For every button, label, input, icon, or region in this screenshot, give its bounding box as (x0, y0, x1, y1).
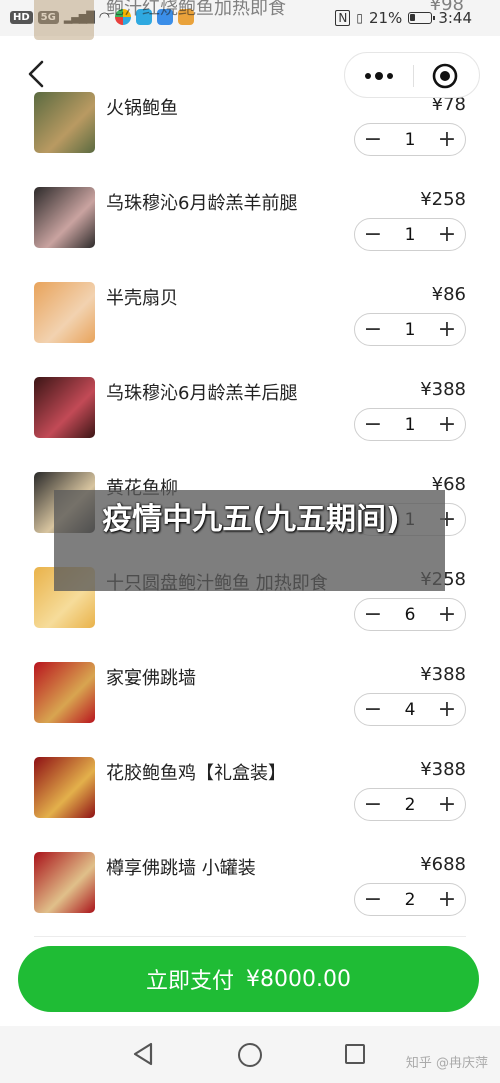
quantity-value[interactable]: 1 (391, 320, 429, 340)
status-bar-left: HD 5G ▂▄▆█ ◠ (10, 9, 195, 25)
quantity-value[interactable]: 2 (391, 890, 429, 910)
status-bar-right: N ▯ 21% 3:44 (335, 9, 472, 27)
increase-quantity-button[interactable]: + (429, 124, 465, 155)
close-miniprogram-button[interactable] (411, 53, 479, 99)
pay-now-label: 立即支付 (146, 969, 235, 994)
network-5g-badge: 5G (37, 10, 59, 24)
product-name: 家宴佛跳墙 (106, 668, 196, 689)
product-thumbnail[interactable] (34, 282, 95, 343)
caption-text: 疫情中九五(九五期间) (102, 502, 400, 537)
decrease-quantity-button[interactable]: − (355, 884, 391, 915)
sim-icon: ▯ (356, 11, 363, 25)
nfc-icon: N (335, 10, 351, 26)
chevron-left-icon (28, 60, 44, 88)
more-button[interactable] (345, 53, 413, 99)
quantity-stepper: −2 + (354, 788, 466, 821)
list-item[interactable]: 花胶鲍鱼鸡【礼盒装】 ¥388 −2 + (0, 757, 500, 856)
decrease-quantity-button[interactable]: − (355, 789, 391, 820)
quantity-stepper: −1+ (354, 408, 466, 441)
product-thumbnail[interactable] (34, 852, 95, 913)
pay-now-button[interactable]: 立即支付 ¥8000.00 (18, 946, 479, 1012)
list-item[interactable]: 家宴佛跳墙 ¥388 −4 + (0, 662, 500, 761)
list-item[interactable]: 半壳扇贝 ¥86 −1 + (0, 282, 500, 381)
list-item[interactable]: 乌珠穆沁6月龄羔羊前腿 ¥258 −1 + (0, 187, 500, 286)
decrease-quantity-button[interactable]: − (355, 599, 391, 630)
system-back-icon[interactable] (132, 1042, 154, 1066)
decrease-quantity-button[interactable]: − (355, 694, 391, 725)
miniprogram-capsule (344, 52, 480, 98)
product-name: 樽享佛跳墙 小罐装 (106, 858, 256, 879)
list-item[interactable]: 火锅鲍鱼 ¥78−1 + (0, 92, 500, 191)
app-notification-icon (115, 9, 132, 25)
decrease-quantity-button[interactable]: − (355, 124, 391, 155)
quantity-value[interactable]: 1 (391, 130, 429, 150)
increase-quantity-button[interactable]: + (429, 694, 465, 725)
product-name: 乌珠穆沁6月龄羔羊前腿 (106, 193, 298, 214)
record-target-icon (432, 63, 458, 89)
battery-percent: 21% (368, 9, 403, 27)
system-nav-bar: 知乎 @冉庆萍 (0, 1026, 500, 1083)
quantity-stepper: −1+ (354, 123, 466, 156)
product-thumbnail[interactable] (34, 377, 95, 438)
system-recents-icon[interactable] (345, 1044, 365, 1064)
increase-quantity-button[interactable]: + (429, 789, 465, 820)
pay-bar: 立即支付 ¥8000.00 (0, 938, 500, 1020)
quantity-value[interactable]: 4 (391, 700, 429, 720)
increase-quantity-button[interactable]: + (429, 314, 465, 345)
status-bar: HD 5G ▂▄▆█ ◠ N ▯ 21% 3:44 (0, 0, 500, 36)
product-price: ¥388 (420, 759, 466, 780)
product-thumbnail[interactable] (34, 757, 95, 818)
product-price: ¥688 (420, 854, 466, 875)
increase-quantity-button[interactable]: + (429, 884, 465, 915)
product-thumbnail[interactable] (34, 662, 95, 723)
hd-badge: HD (10, 10, 33, 24)
clock: 3:44 (438, 9, 472, 27)
app-notification-icon (136, 9, 153, 25)
more-dots-icon (365, 72, 393, 80)
wifi-icon: ◠ (98, 9, 111, 25)
system-home-icon[interactable] (238, 1043, 262, 1067)
quantity-stepper: −1+ (354, 218, 466, 251)
quantity-stepper: −4 + (354, 693, 466, 726)
app-notification-icon (178, 9, 195, 25)
decrease-quantity-button[interactable]: − (355, 314, 391, 345)
decrease-quantity-button[interactable]: − (355, 219, 391, 250)
quantity-value[interactable]: 6 (391, 605, 429, 625)
list-item[interactable]: 乌珠穆沁6月龄羔羊后腿 ¥388 −1 + (0, 377, 500, 476)
pay-amount: ¥8000.00 (246, 966, 351, 992)
increase-quantity-button[interactable]: + (429, 599, 465, 630)
increase-quantity-button[interactable]: + (429, 409, 465, 440)
product-name: 花胶鲍鱼鸡【礼盒装】 (106, 763, 286, 784)
product-price: ¥388 (420, 379, 466, 400)
quantity-value[interactable]: 2 (391, 795, 429, 815)
quantity-stepper: −1+ (354, 313, 466, 346)
watermark: 知乎 @冉庆萍 (405, 1056, 488, 1071)
app-notification-icon (157, 9, 174, 25)
product-name: 半壳扇贝 (106, 288, 178, 309)
battery-icon (408, 12, 436, 24)
quantity-stepper: −2 + (354, 883, 466, 916)
product-price: ¥258 (420, 189, 466, 210)
signal-icon: ▂▄▆█ (63, 10, 95, 24)
quantity-value[interactable]: 1 (391, 225, 429, 245)
quantity-stepper: −6 + (354, 598, 466, 631)
product-price: ¥86 (431, 284, 466, 305)
list-divider (34, 936, 466, 937)
product-name: 乌珠穆沁6月龄羔羊后腿 (106, 383, 298, 404)
top-nav (0, 40, 500, 106)
quantity-value[interactable]: 1 (391, 415, 429, 435)
product-price: ¥388 (420, 664, 466, 685)
product-thumbnail[interactable] (34, 187, 95, 248)
increase-quantity-button[interactable]: + (429, 219, 465, 250)
decrease-quantity-button[interactable]: − (355, 409, 391, 440)
back-button[interactable] (18, 54, 54, 94)
caption-overlay: 疫情中九五(九五期间) (54, 490, 445, 591)
